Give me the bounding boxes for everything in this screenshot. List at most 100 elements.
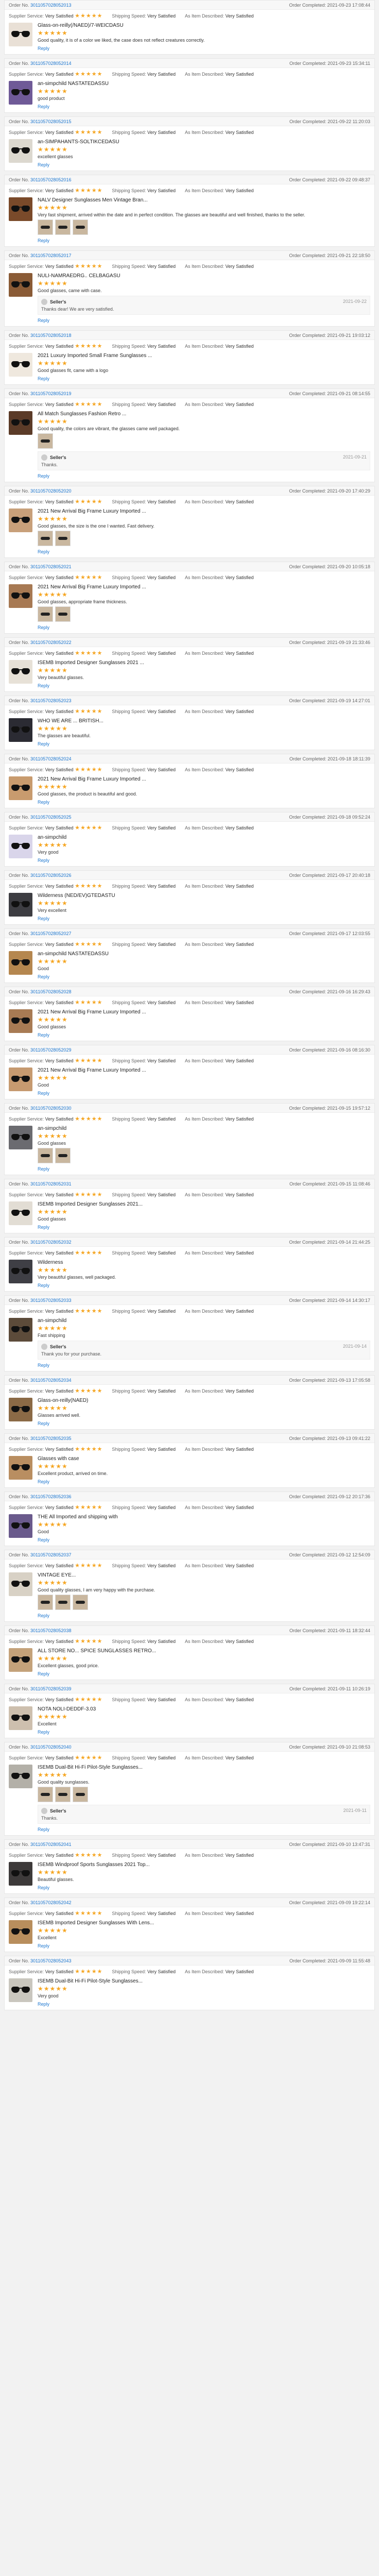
reply-button[interactable]: Reply xyxy=(38,858,49,863)
order-number-link[interactable]: 3011057028052043 xyxy=(30,1958,71,1963)
reply-button[interactable]: Reply xyxy=(38,625,49,630)
product-thumbnail[interactable] xyxy=(9,584,32,608)
product-title[interactable]: VINTAGE EYE... xyxy=(38,1572,370,1578)
product-thumbnail[interactable] xyxy=(9,273,32,297)
review-photo[interactable] xyxy=(38,1148,53,1163)
reply-button[interactable]: Reply xyxy=(38,1943,49,1948)
product-thumbnail[interactable] xyxy=(9,1572,32,1596)
order-number-link[interactable]: 3011057028052029 xyxy=(30,1047,71,1053)
reply-button[interactable]: Reply xyxy=(38,318,49,323)
order-number-link[interactable]: 3011057028052036 xyxy=(30,1494,71,1499)
product-thumbnail[interactable] xyxy=(9,1514,32,1538)
order-number-link[interactable]: 3011057028052026 xyxy=(30,873,71,878)
order-number-link[interactable]: 3011057028052034 xyxy=(30,1378,71,1383)
review-photo[interactable] xyxy=(38,606,53,622)
order-number-link[interactable]: 3011057028052022 xyxy=(30,640,71,645)
review-photo[interactable] xyxy=(38,531,53,546)
order-number-link[interactable]: 3011057028052040 xyxy=(30,1744,71,1750)
product-thumbnail[interactable] xyxy=(9,1126,32,1149)
reply-button[interactable]: Reply xyxy=(38,1225,49,1230)
order-number-link[interactable]: 3011057028052030 xyxy=(30,1106,71,1111)
product-thumbnail[interactable] xyxy=(9,23,32,46)
reply-button[interactable]: Reply xyxy=(38,1363,49,1368)
product-thumbnail[interactable] xyxy=(9,1398,32,1421)
review-photo[interactable] xyxy=(38,1787,53,1802)
reply-button[interactable]: Reply xyxy=(38,1091,49,1096)
order-number-link[interactable]: 3011057028052039 xyxy=(30,1686,71,1691)
order-number-link[interactable]: 3011057028052018 xyxy=(30,333,71,338)
reply-button[interactable]: Reply xyxy=(38,2002,49,2007)
review-photo[interactable] xyxy=(55,1148,71,1163)
product-title[interactable]: an-SIMPAHANTS-SOLTIKCEDASU xyxy=(38,139,370,145)
product-thumbnail[interactable] xyxy=(9,1648,32,1672)
reply-button[interactable]: Reply xyxy=(38,1479,49,1484)
order-number-link[interactable]: 3011057028052032 xyxy=(30,1240,71,1245)
order-number-link[interactable]: 3011057028052038 xyxy=(30,1628,71,1633)
product-title[interactable]: Glasses with case xyxy=(38,1456,370,1462)
product-title[interactable]: ISEMB Imported Designer Sunglasses With … xyxy=(38,1920,370,1926)
product-title[interactable]: ALL STORE NO... SPICE SUNGLASSES RETRO..… xyxy=(38,1648,370,1654)
product-thumbnail[interactable] xyxy=(9,718,32,742)
reply-button[interactable]: Reply xyxy=(38,549,49,554)
order-number-link[interactable]: 3011057028052020 xyxy=(30,488,71,494)
order-number-link[interactable]: 3011057028052016 xyxy=(30,177,71,182)
product-title[interactable]: 2021 New Arrival Big Frame Luxury Import… xyxy=(38,776,370,782)
product-thumbnail[interactable] xyxy=(9,81,32,105)
reply-button[interactable]: Reply xyxy=(38,162,49,167)
order-number-link[interactable]: 3011057028052041 xyxy=(30,1842,71,1847)
product-title[interactable]: ISEMB Imported Designer Sunglasses 2021 … xyxy=(38,660,370,666)
product-thumbnail[interactable] xyxy=(9,1067,32,1091)
product-thumbnail[interactable] xyxy=(9,1978,32,2002)
order-number-link[interactable]: 3011057028052017 xyxy=(30,253,71,258)
reply-button[interactable]: Reply xyxy=(38,741,49,747)
product-title[interactable]: an-simpchild NASTATEDASSU xyxy=(38,951,370,957)
product-title[interactable]: ISEMB Dual-Bit Hi-Fi Pilot-Style Sunglas… xyxy=(38,1978,370,1984)
review-photo[interactable] xyxy=(55,606,71,622)
product-thumbnail[interactable] xyxy=(9,951,32,975)
reply-button[interactable]: Reply xyxy=(38,473,49,479)
product-title[interactable]: an-simpchild xyxy=(38,1126,370,1131)
review-photo[interactable] xyxy=(73,219,88,235)
reply-button[interactable]: Reply xyxy=(38,1166,49,1172)
product-title[interactable]: NOTA NOLI-DEDDF-3.03 xyxy=(38,1706,370,1712)
reply-button[interactable]: Reply xyxy=(38,376,49,381)
product-title[interactable]: ISEMB Imported Designer Sunglasses 2021.… xyxy=(38,1201,370,1207)
product-title[interactable]: an-simpchild xyxy=(38,835,370,840)
order-number-link[interactable]: 3011057028052024 xyxy=(30,756,71,761)
product-title[interactable]: 2021 Luxury Imported Small Frame Sunglas… xyxy=(38,353,370,359)
order-number-link[interactable]: 3011057028052019 xyxy=(30,391,71,396)
review-photo[interactable] xyxy=(38,219,53,235)
product-thumbnail[interactable] xyxy=(9,835,32,858)
order-number-link[interactable]: 3011057028052042 xyxy=(30,1900,71,1905)
product-thumbnail[interactable] xyxy=(9,353,32,377)
product-title[interactable]: NULI-NAMRAEDRG.. CELBAGASU xyxy=(38,273,370,279)
reply-button[interactable]: Reply xyxy=(38,974,49,979)
product-title[interactable]: 2021 New Arrival Big Frame Luxury Import… xyxy=(38,1009,370,1015)
review-photo[interactable] xyxy=(55,219,71,235)
product-title[interactable]: NALV Designer Sunglasses Men Vintage Bra… xyxy=(38,197,370,203)
product-thumbnail[interactable] xyxy=(9,411,32,435)
product-thumbnail[interactable] xyxy=(9,139,32,163)
review-photo[interactable] xyxy=(55,531,71,546)
order-number-link[interactable]: 3011057028052033 xyxy=(30,1298,71,1303)
product-thumbnail[interactable] xyxy=(9,1862,32,1886)
product-title[interactable]: Glass-on-reilly(NAED) xyxy=(38,1398,370,1403)
reply-button[interactable]: Reply xyxy=(38,683,49,688)
product-thumbnail[interactable] xyxy=(9,1318,32,1342)
reply-button[interactable]: Reply xyxy=(38,1032,49,1038)
product-thumbnail[interactable] xyxy=(9,1260,32,1283)
reply-button[interactable]: Reply xyxy=(38,1827,49,1832)
reply-button[interactable]: Reply xyxy=(38,1613,49,1618)
product-thumbnail[interactable] xyxy=(9,1920,32,1944)
review-photo[interactable] xyxy=(55,1787,71,1802)
order-number-link[interactable]: 3011057028052037 xyxy=(30,1552,71,1557)
reply-button[interactable]: Reply xyxy=(38,1283,49,1288)
product-title[interactable]: Glass-on-reilly(/NAED)/7-WEICDASU xyxy=(38,23,370,28)
product-thumbnail[interactable] xyxy=(9,1009,32,1033)
reply-button[interactable]: Reply xyxy=(38,800,49,805)
order-number-link[interactable]: 3011057028052027 xyxy=(30,931,71,936)
product-title[interactable]: 2021 New Arrival Big Frame Luxury Import… xyxy=(38,509,370,514)
reply-button[interactable]: Reply xyxy=(38,1730,49,1735)
product-thumbnail[interactable] xyxy=(9,1706,32,1730)
product-thumbnail[interactable] xyxy=(9,1201,32,1225)
